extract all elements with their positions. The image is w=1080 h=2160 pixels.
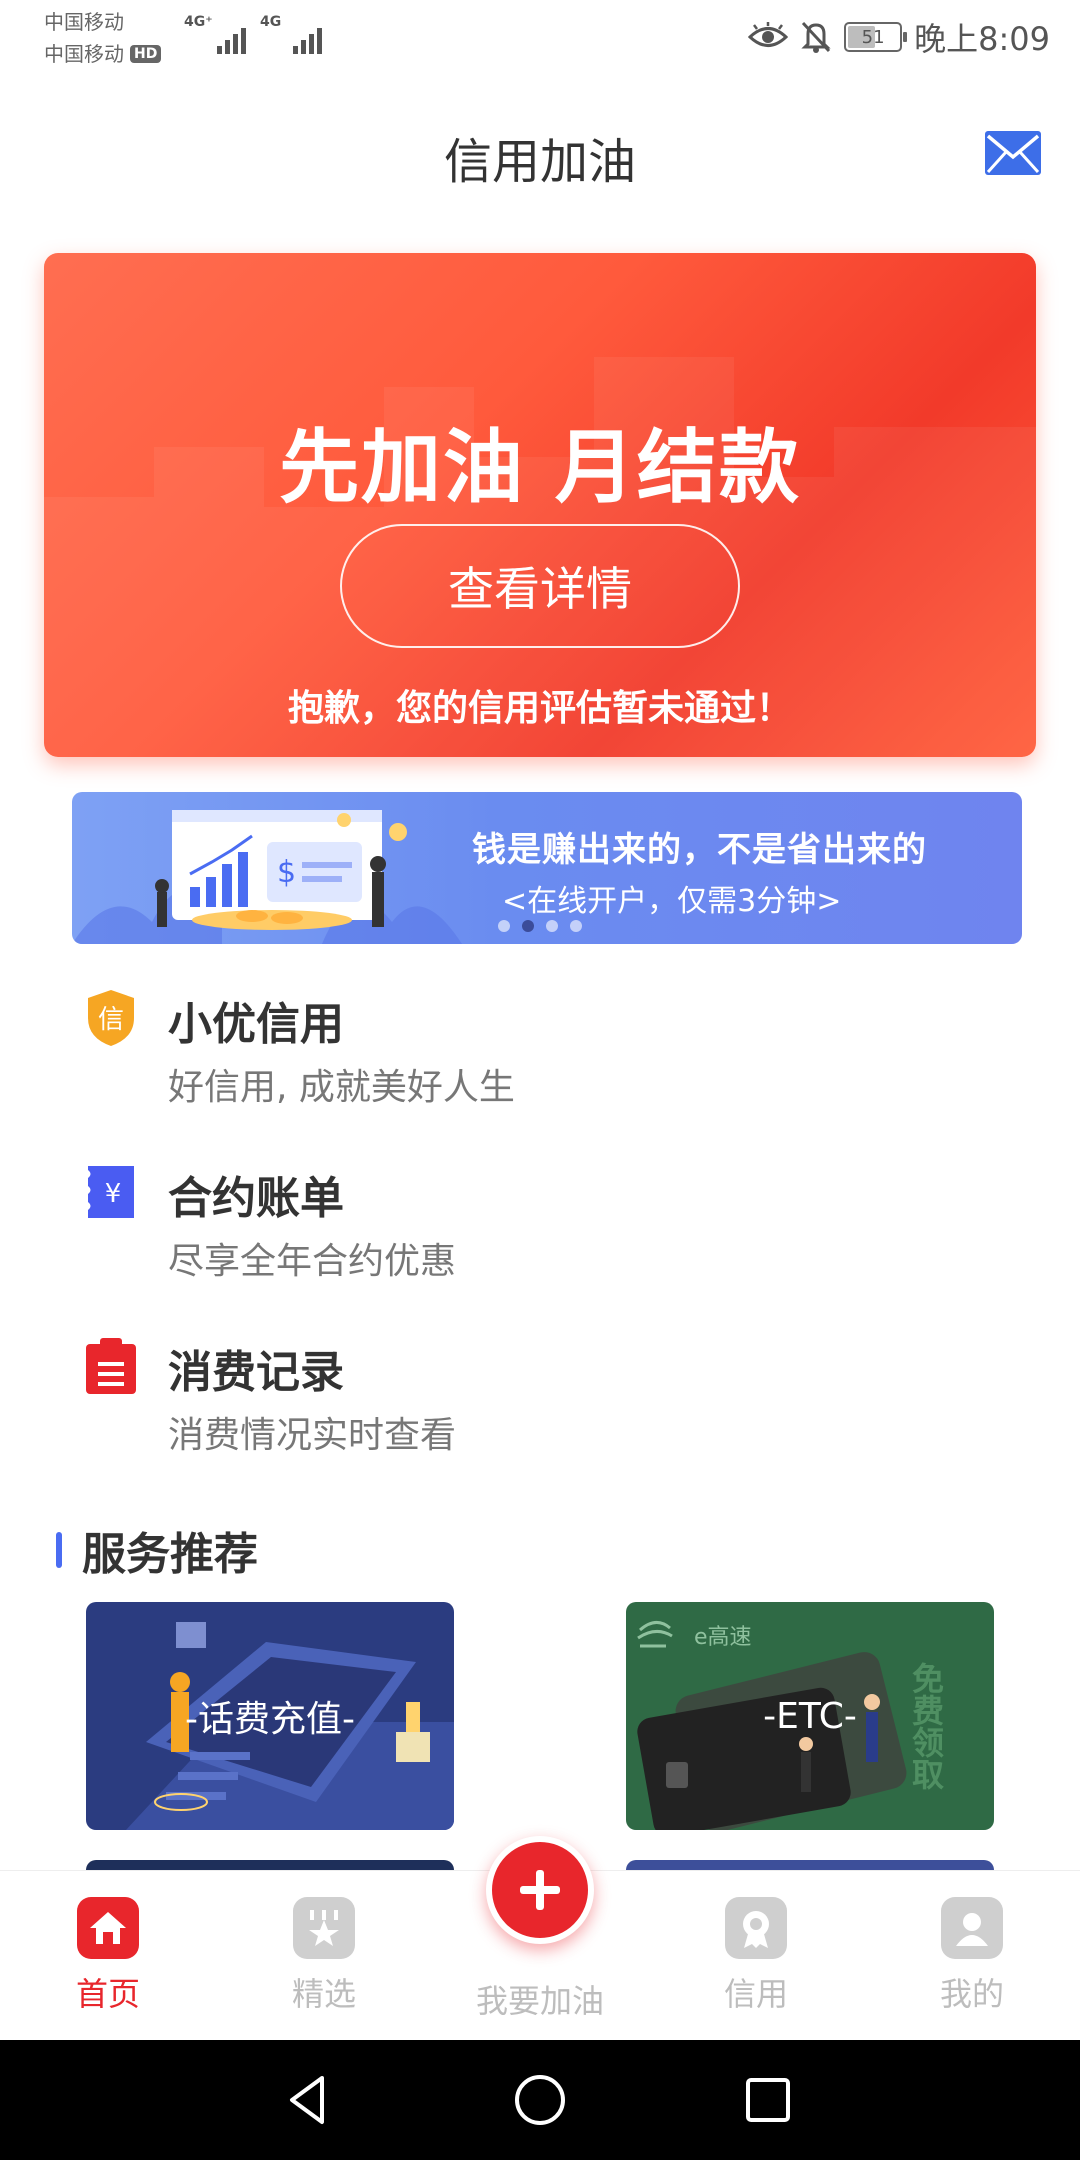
carrier-2-label: 中国移动 [44, 42, 124, 66]
home-icon [77, 1897, 139, 1959]
home-circle-icon[interactable] [510, 2070, 570, 2130]
tab-label: 我的 [939, 1975, 1004, 2013]
service-card-phone-recharge[interactable]: -话费充值- [86, 1602, 454, 1830]
feature-xiaoyou-credit[interactable]: 信 小优信用 好信用, 成就美好人生 [84, 988, 984, 1138]
credit-hero-card: 先加油 月结款 查看详情 抱歉，您的信用评估暂未通过！ [44, 253, 1036, 757]
hd-badge: HD [130, 45, 162, 63]
section-title: 服务推荐 [82, 1529, 258, 1580]
services-section-header: 服务推荐 [56, 1518, 258, 1582]
view-details-button[interactable]: 查看详情 [340, 524, 740, 648]
credit-status-note: 抱歉，您的信用评估暂未通过！ [287, 688, 792, 729]
banner-illustration: $ [72, 810, 462, 944]
refuel-fab-button[interactable] [486, 1836, 594, 1944]
clock: 晚上8:09 [914, 20, 1050, 58]
pagination-dot [498, 920, 510, 932]
tab-mine[interactable]: 我的 [892, 1897, 1052, 2015]
feature-title: 合约账单 [168, 1173, 344, 1224]
section-accent-bar [56, 1532, 62, 1568]
status-bar: 中国移动 中国移动 HD 4G⁺ 4G 51 晚上8:09 [0, 0, 1080, 76]
back-icon[interactable] [280, 2070, 340, 2130]
signal-4g-icon: 4G [260, 14, 322, 54]
page-title: 信用加油 [443, 134, 636, 190]
signal-1-label: 4G⁺ [184, 14, 213, 30]
tab-featured[interactable]: 精选 [244, 1897, 404, 2015]
tab-home[interactable]: 首页 [28, 1897, 188, 2015]
feature-title: 消费记录 [168, 1347, 344, 1398]
signal-indicators: 4G⁺ 4G [184, 14, 322, 54]
records-list-icon [86, 1338, 136, 1394]
pagination-dot [546, 920, 558, 932]
feature-contract-bill[interactable]: ¥ 合约账单 尽享全年合约优惠 [84, 1162, 984, 1312]
feature-subtitle: 消费情况实时查看 [168, 1415, 457, 1456]
feature-spending-records[interactable]: 消费记录 消费情况实时查看 [84, 1336, 984, 1486]
featured-star-icon [293, 1897, 355, 1959]
system-navigation-bar [0, 2040, 1080, 2160]
service-label: -话费充值- [185, 1699, 355, 1740]
pagination-dot [570, 920, 582, 932]
tab-label: 信用 [723, 1975, 788, 2013]
banner-headline: 钱是赚出来的，不是省出来的 [472, 830, 927, 870]
tab-credit[interactable]: 信用 [676, 1897, 836, 2015]
tab-label: 精选 [291, 1975, 356, 2013]
banner-pagination [498, 920, 582, 932]
eye-comfort-icon [748, 22, 789, 47]
feature-subtitle: 尽享全年合约优惠 [168, 1241, 457, 1282]
pagination-dot-active [522, 920, 534, 932]
promo-banner[interactable]: $ 钱是赚出来的，不是省出来的 <在线开户，仅需3分钟> [72, 792, 1022, 944]
battery-icon: 51 [844, 22, 908, 52]
credit-shield-icon: 信 [88, 990, 134, 1046]
svg-text:信: 信 [98, 1005, 124, 1035]
tab-label: 首页 [75, 1975, 140, 2013]
bill-yuan-icon: ¥ [88, 1166, 134, 1218]
bell-muted-icon [801, 21, 831, 53]
feature-subtitle: 好信用, 成就美好人生 [168, 1067, 515, 1108]
mail-icon[interactable] [984, 130, 1042, 176]
tab-refuel-label[interactable]: 我要加油 [440, 1976, 640, 2022]
battery-level: 51 [861, 26, 885, 48]
carrier-1-label: 中国移动 [44, 10, 124, 34]
plus-icon [520, 1870, 560, 1910]
service-card-etc[interactable]: e高速 免费领取 -ETC- [626, 1602, 994, 1830]
header: 信用加油 [0, 100, 1080, 210]
svg-text:$: $ [277, 855, 296, 890]
feature-title: 小优信用 [168, 999, 344, 1050]
carrier-info: 中国移动 中国移动 HD [44, 6, 162, 70]
app-screen: 中国移动 中国移动 HD 4G⁺ 4G 51 晚上8:09 信用加油 先加油 月… [0, 0, 1080, 2160]
signal-4g-plus-icon: 4G⁺ [184, 14, 246, 54]
signal-2-label: 4G [260, 14, 282, 30]
service-label: -ETC- [763, 1695, 857, 1737]
credit-badge-icon [725, 1897, 787, 1959]
banner-subline: <在线开户，仅需3分钟> [502, 884, 842, 919]
svg-text:¥: ¥ [105, 1179, 122, 1209]
status-right: 51 晚上8:09 [748, 14, 1050, 60]
hero-headline: 先加油 月结款 [279, 421, 801, 514]
recents-square-icon[interactable] [738, 2070, 798, 2130]
user-profile-icon [941, 1897, 1003, 1959]
